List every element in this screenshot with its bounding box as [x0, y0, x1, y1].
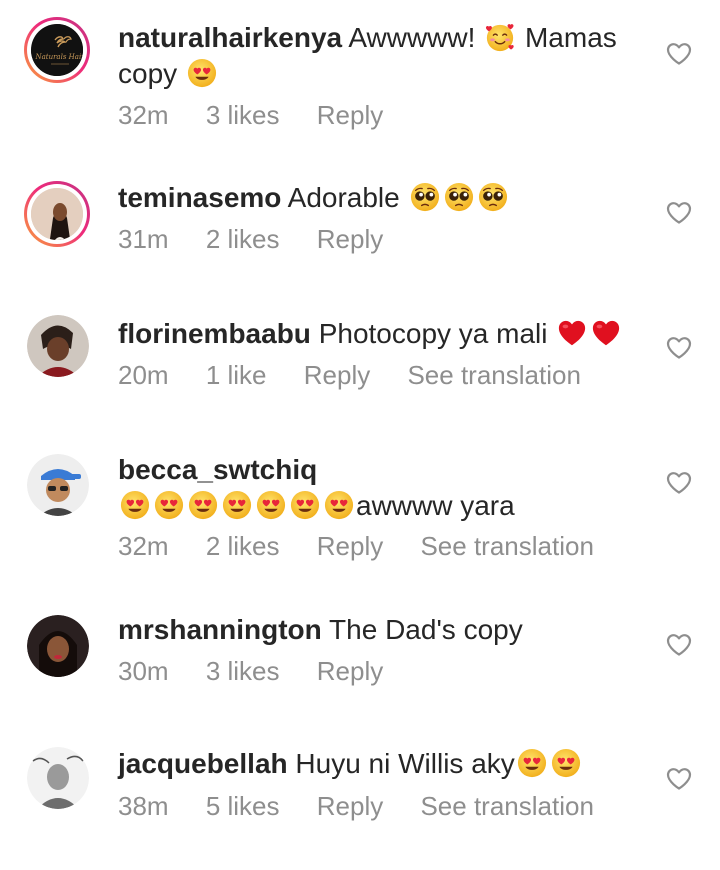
pleading-face-emoji	[410, 182, 440, 212]
comment-username[interactable]: becca_swtchiq	[118, 454, 317, 485]
like-heart-icon[interactable]	[666, 471, 692, 495]
comment-body: Awwwww!	[348, 22, 476, 53]
heart-eyes-emoji	[551, 748, 581, 778]
comment-meta: 31m 2 likes Reply	[118, 224, 413, 255]
comment-time: 32m	[118, 531, 169, 561]
smiling-face-with-hearts-emoji	[485, 22, 515, 52]
comment-meta: 20m 1 like Reply See translation	[118, 360, 611, 391]
comment-time: 38m	[118, 791, 169, 821]
comment-text: mrshannington The Dad's copy	[118, 612, 638, 648]
comment-username[interactable]: florinembaabu	[118, 318, 311, 349]
comment-meta: 32m 2 likes Reply See translation	[118, 531, 624, 562]
heart-eyes-emoji	[324, 490, 354, 520]
pleading-face-emoji	[444, 182, 474, 212]
comment-body: Photocopy ya mali	[318, 318, 548, 349]
like-heart-icon[interactable]	[666, 767, 692, 791]
comment-time: 20m	[118, 360, 169, 390]
see-translation-link[interactable]: See translation	[420, 791, 593, 821]
comment-meta: 32m 3 likes Reply	[118, 100, 413, 131]
like-heart-icon[interactable]	[666, 336, 692, 360]
avatar[interactable]	[27, 315, 89, 377]
comment-body: Huyu ni Willis aky	[295, 748, 515, 779]
see-translation-link[interactable]: See translation	[420, 531, 593, 561]
avatar[interactable]: Naturals Hair	[24, 17, 90, 83]
comment-time: 32m	[118, 100, 169, 130]
comment-text: florinembaabu Photocopy ya mali	[118, 316, 638, 352]
likes-count[interactable]: 3 likes	[206, 656, 280, 686]
reply-button[interactable]: Reply	[304, 360, 370, 390]
comment-body: Mamas	[524, 22, 617, 53]
avatar[interactable]	[27, 454, 89, 516]
comment-body: awwww yara	[356, 490, 515, 521]
heart-eyes-emoji	[290, 490, 320, 520]
comment-text: becca_swtchiq awwww yara	[118, 452, 638, 524]
avatar[interactable]	[27, 615, 89, 677]
heart-eyes-emoji	[188, 490, 218, 520]
likes-count[interactable]: 2 likes	[206, 531, 280, 561]
comment-body: copy	[118, 58, 178, 89]
comment-time: 30m	[118, 656, 169, 686]
brand-logo-text: Naturals Hair	[34, 53, 83, 61]
comment-body: The Dad's copy	[329, 614, 523, 645]
reply-button[interactable]: Reply	[317, 100, 383, 130]
comment-username[interactable]: jacquebellah	[118, 748, 288, 779]
red-heart-emoji	[591, 318, 621, 348]
comment-username[interactable]: mrshannington	[118, 614, 322, 645]
likes-count[interactable]: 5 likes	[206, 791, 280, 821]
heart-eyes-emoji	[517, 748, 547, 778]
likes-count[interactable]: 2 likes	[206, 224, 280, 254]
comment-username[interactable]: naturalhairkenya	[118, 22, 342, 53]
likes-count[interactable]: 3 likes	[206, 100, 280, 130]
heart-eyes-emoji	[154, 490, 184, 520]
avatar[interactable]	[24, 181, 90, 247]
heart-eyes-emoji	[187, 58, 217, 88]
heart-eyes-emoji	[120, 490, 150, 520]
like-heart-icon[interactable]	[666, 633, 692, 657]
like-heart-icon[interactable]	[666, 201, 692, 225]
comment-meta: 30m 3 likes Reply	[118, 656, 413, 687]
reply-button[interactable]: Reply	[317, 791, 383, 821]
red-heart-emoji	[557, 318, 587, 348]
heart-eyes-emoji	[256, 490, 286, 520]
comment-meta: 38m 5 likes Reply See translation	[118, 791, 624, 822]
reply-button[interactable]: Reply	[317, 224, 383, 254]
comments-list: Naturals Hair naturalhairkenya Awwwww! M…	[0, 0, 720, 870]
comment-time: 31m	[118, 224, 169, 254]
see-translation-link[interactable]: See translation	[407, 360, 580, 390]
pleading-face-emoji	[478, 182, 508, 212]
reply-button[interactable]: Reply	[317, 531, 383, 561]
like-heart-icon[interactable]	[666, 42, 692, 66]
avatar[interactable]	[27, 747, 89, 809]
brand-logo-icon: Naturals Hair	[31, 24, 83, 76]
comment-text: jacquebellah Huyu ni Willis aky	[118, 746, 638, 782]
heart-eyes-emoji	[222, 490, 252, 520]
likes-count[interactable]: 1 like	[206, 360, 267, 390]
comment-text: teminasemo Adorable	[118, 180, 638, 216]
reply-button[interactable]: Reply	[317, 656, 383, 686]
comment-text: naturalhairkenya Awwwww! Mamas copy	[118, 20, 638, 92]
comment-body: Adorable	[287, 182, 400, 213]
comment-username[interactable]: teminasemo	[118, 182, 281, 213]
